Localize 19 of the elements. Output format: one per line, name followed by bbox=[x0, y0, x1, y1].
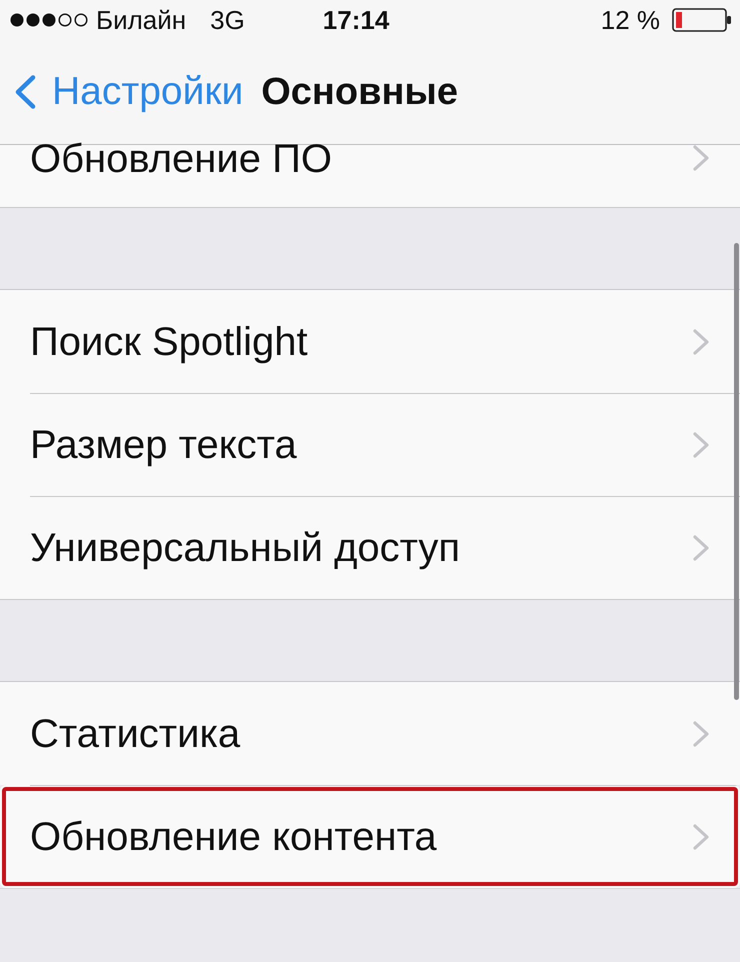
status-time: 17:14 bbox=[322, 4, 390, 36]
chevron-icon bbox=[692, 824, 710, 850]
signal-strength-icon bbox=[10, 13, 88, 27]
settings-row[interactable]: Размер текста bbox=[0, 393, 740, 496]
carrier-name: Билайн bbox=[96, 4, 186, 36]
settings-row[interactable]: Обновление контента bbox=[0, 785, 740, 888]
settings-row[interactable]: Статистика bbox=[0, 682, 740, 785]
settings-row[interactable]: Универсальный доступ bbox=[0, 496, 740, 599]
settings-row[interactable]: Поиск Spotlight bbox=[0, 290, 740, 393]
battery-percent: 12 % bbox=[600, 4, 660, 36]
back-chevron-icon bbox=[14, 75, 36, 109]
screen-title: Основные bbox=[261, 70, 458, 114]
chevron-icon bbox=[692, 720, 710, 746]
chevron-icon bbox=[692, 432, 710, 458]
chevron-icon bbox=[692, 534, 710, 560]
battery-icon bbox=[672, 8, 732, 32]
chevron-icon bbox=[692, 328, 710, 354]
settings-row[interactable]: Обновление ПО bbox=[0, 145, 740, 207]
network-type: 3G bbox=[210, 4, 245, 36]
